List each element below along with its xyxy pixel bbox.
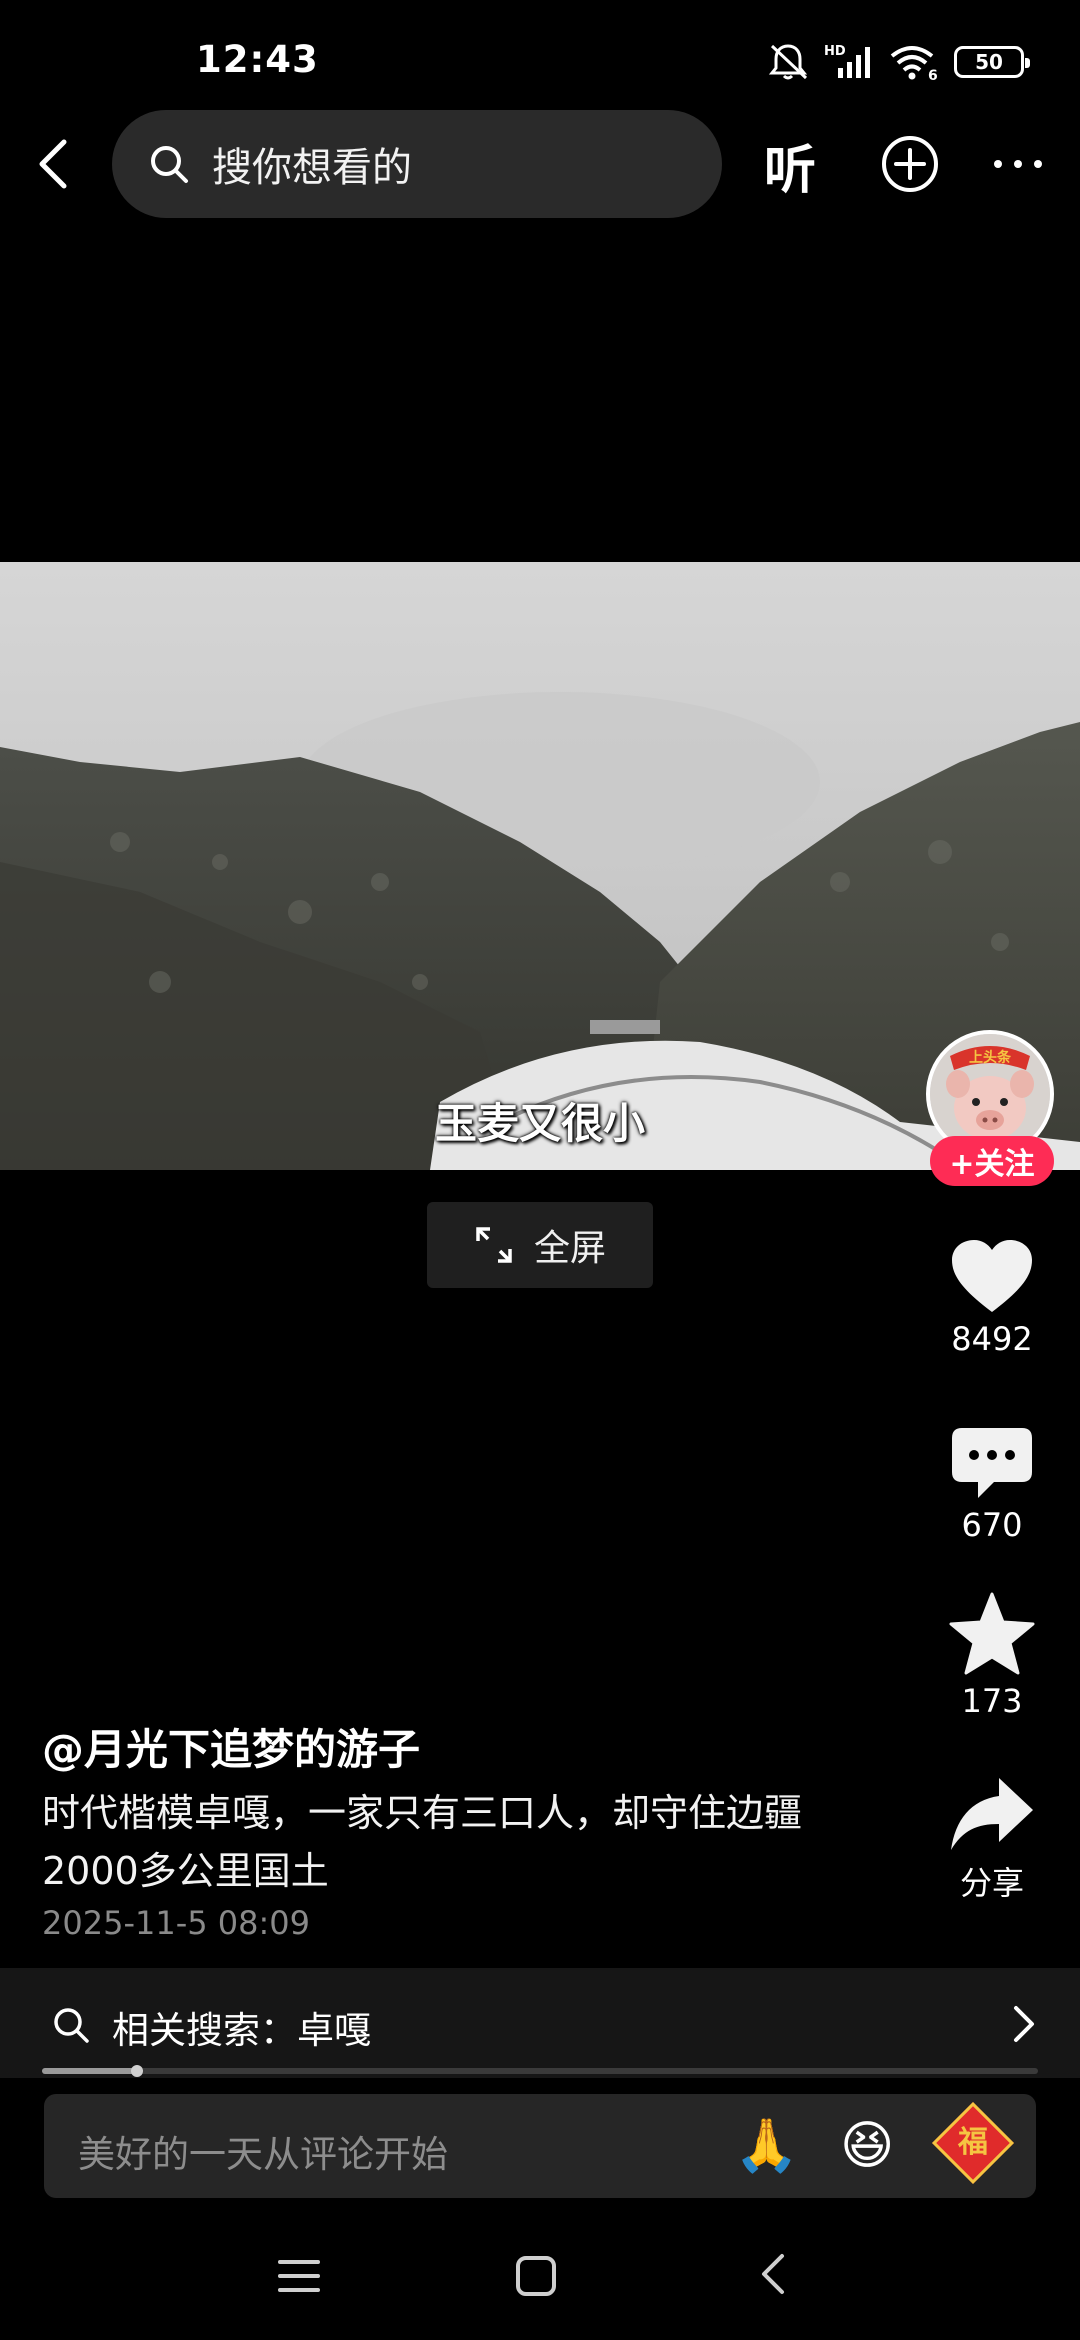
- search-icon: [151, 146, 188, 183]
- progress-fill: [42, 2068, 137, 2074]
- back-icon: [39, 139, 67, 189]
- back-button[interactable]: [22, 132, 86, 196]
- cell-signal-icon: HD: [824, 44, 870, 78]
- more-button[interactable]: [990, 138, 1046, 192]
- battery-icon: 50: [954, 46, 1030, 78]
- related-search-label: 相关搜索：卓嘎: [112, 2009, 371, 2052]
- related-search-bar[interactable]: 相关搜索：卓嘎: [0, 1968, 1080, 2078]
- network-label: HD: [824, 44, 846, 59]
- search-placeholder: 搜你想看的: [212, 145, 412, 191]
- like-button[interactable]: 8492: [932, 1238, 1052, 1358]
- more-icon: [994, 160, 1042, 168]
- add-circle-icon: [882, 136, 938, 192]
- mute-icon: [768, 44, 808, 80]
- share-button[interactable]: 分享: [932, 1776, 1052, 1904]
- share-icon: [951, 1778, 1033, 1850]
- menu-icon[interactable]: [278, 2256, 320, 2296]
- comment-placeholder: 美好的一天从评论开始: [78, 2133, 448, 2176]
- avatar-badge: 上头条: [969, 1049, 1012, 1066]
- status-time: 12:43: [196, 38, 319, 81]
- like-count: 8492: [951, 1320, 1033, 1358]
- search-icon: [54, 2008, 89, 2043]
- video-scene: [0, 562, 1080, 1170]
- comment-button[interactable]: 670: [932, 1426, 1052, 1544]
- fullscreen-button[interactable]: 全屏: [427, 1202, 653, 1288]
- home-icon[interactable]: [514, 2254, 558, 2298]
- battery-level: 50: [975, 50, 1003, 74]
- search-input[interactable]: 搜你想看的: [112, 110, 722, 218]
- heart-icon: [952, 1240, 1032, 1312]
- add-button[interactable]: [880, 134, 940, 198]
- progress-knob[interactable]: [130, 2065, 143, 2077]
- laugh-emoji-button[interactable]: 😆: [840, 2118, 894, 2174]
- top-nav: 搜你想看的 听: [0, 108, 1080, 220]
- favorite-button[interactable]: 173: [932, 1592, 1052, 1720]
- fu-label: 福: [958, 2125, 988, 2160]
- post-caption: 时代楷模卓嘎，一家只有三口人，却守住边疆2000多公里国土: [42, 1791, 803, 1893]
- comment-input[interactable]: 美好的一天从评论开始 🙏 😆 福: [44, 2094, 1036, 2198]
- star-icon: [949, 1592, 1035, 1675]
- fu-emoji-button[interactable]: 福: [931, 2101, 1015, 2185]
- status-bar: 12:43 HD 6 50: [0, 0, 1080, 110]
- expand-icon: [476, 1227, 512, 1263]
- screen: 12:43 HD 6 50 搜你想看的 听 玉麦又很小 全屏 上头条 +关注 8…: [0, 0, 1080, 2340]
- post-date: 2025-11-5 08:09: [42, 1904, 310, 1942]
- comment-icon: [952, 1428, 1032, 1498]
- pray-emoji-button[interactable]: 🙏: [734, 2118, 799, 2174]
- wifi-label: 6: [928, 68, 938, 82]
- chevron-right-icon: [1014, 2006, 1034, 2042]
- share-label: 分享: [959, 1864, 1024, 1902]
- wifi-icon: 6: [890, 46, 938, 82]
- status-icons: HD 6 50: [766, 40, 1030, 84]
- fullscreen-label: 全屏: [533, 1228, 606, 1269]
- listen-button[interactable]: 听: [764, 128, 816, 203]
- author-name[interactable]: @月光下追梦的游子: [42, 1716, 420, 1777]
- video-player[interactable]: [0, 562, 1080, 1170]
- video-progress-bar[interactable]: [42, 2065, 1038, 2077]
- video-subtitle: 玉麦又很小: [434, 1099, 645, 1148]
- nav-back-icon[interactable]: [758, 2252, 788, 2296]
- comment-count: 670: [961, 1506, 1023, 1544]
- system-nav-bar: [0, 2220, 1080, 2340]
- follow-button[interactable]: +关注: [930, 1136, 1054, 1186]
- favorite-count: 173: [961, 1682, 1023, 1720]
